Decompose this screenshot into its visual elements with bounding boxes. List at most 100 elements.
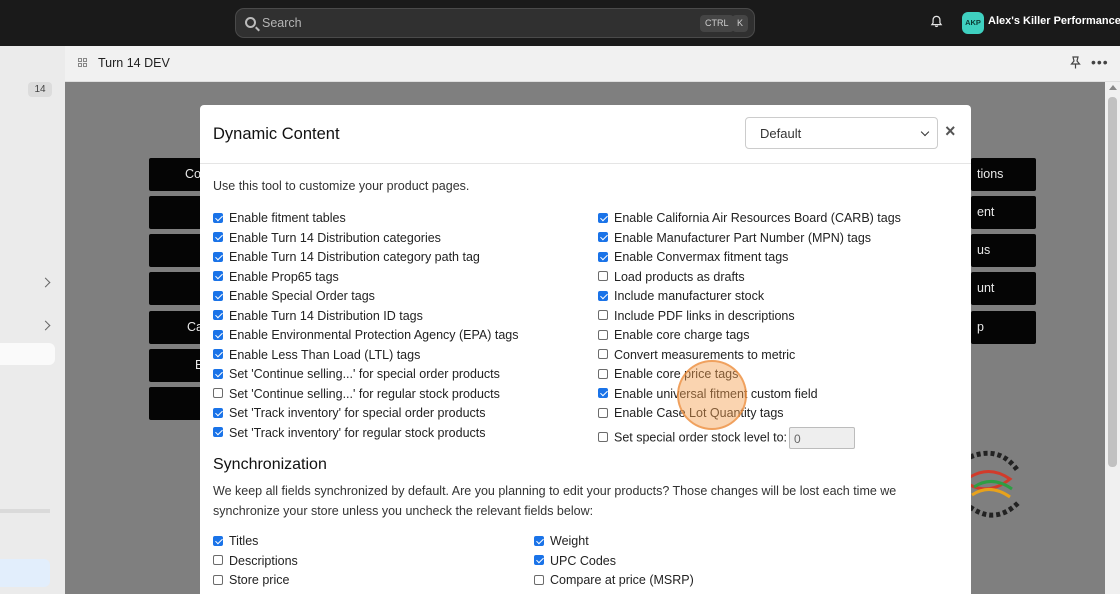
option-label: Set 'Continue selling...' for regular st…: [229, 386, 500, 401]
content-option[interactable]: Enable Manufacturer Part Number (MPN) ta…: [598, 231, 871, 249]
option-label: Load products as drafts: [614, 269, 745, 284]
content-option[interactable]: Set 'Continue selling...' for special or…: [213, 367, 500, 385]
scrollbar-thumb[interactable]: [1108, 97, 1117, 467]
checkbox[interactable]: [213, 310, 223, 321]
sync-option[interactable]: UPC Codes: [534, 554, 616, 572]
content-option[interactable]: Include PDF links in descriptions: [598, 309, 795, 327]
content-option[interactable]: Enable fitment tables: [213, 211, 346, 229]
option-label: Include PDF links in descriptions: [614, 308, 795, 323]
content-option[interactable]: Enable Turn 14 Distribution category pat…: [213, 250, 480, 268]
modal-divider: [200, 163, 971, 164]
more-menu-icon[interactable]: •••: [1091, 54, 1109, 70]
shortcut-ctrl-key: CTRL: [700, 15, 734, 32]
sync-option[interactable]: Descriptions: [213, 554, 298, 572]
sync-description: We keep all fields synchronized by defau…: [213, 484, 897, 518]
checkbox[interactable]: [213, 349, 223, 360]
checkbox[interactable]: [598, 431, 608, 442]
sidebar-item-selected[interactable]: [0, 559, 50, 587]
option-label: Set 'Track inventory' for special order …: [229, 406, 486, 420]
option-label: Enable Turn 14 Distribution categories: [229, 230, 441, 245]
checkbox[interactable]: [598, 368, 608, 379]
option-label: Descriptions: [229, 553, 298, 568]
content-option[interactable]: Load products as drafts: [598, 270, 745, 288]
chevron-right-icon[interactable]: [40, 320, 51, 331]
content-option[interactable]: Set special order stock level to: 0: [598, 426, 855, 449]
checkbox[interactable]: [598, 407, 608, 418]
bell-icon[interactable]: [930, 15, 943, 28]
store-name[interactable]: Alex's Killer Performance: [988, 15, 1120, 27]
checkbox[interactable]: [213, 535, 223, 546]
checkbox[interactable]: [213, 388, 223, 399]
content-option[interactable]: Set 'Track inventory' for special order …: [213, 406, 486, 424]
profile-select[interactable]: Default: [745, 117, 938, 149]
checkbox[interactable]: [598, 232, 608, 243]
option-label: Enable California Air Resources Board (C…: [614, 211, 901, 225]
checkbox[interactable]: [213, 555, 223, 566]
content-option[interactable]: Enable Turn 14 Distribution ID tags: [213, 309, 423, 327]
checkbox[interactable]: [534, 535, 544, 546]
avatar[interactable]: AKP: [962, 12, 984, 34]
content-option[interactable]: Enable California Air Resources Board (C…: [598, 211, 901, 229]
checkbox[interactable]: [598, 271, 608, 282]
option-label: Enable Turn 14 Distribution ID tags: [229, 308, 423, 323]
content-option[interactable]: Enable Less Than Load (LTL) tags: [213, 348, 420, 366]
content-option[interactable]: Enable core charge tags: [598, 328, 750, 346]
stock-level-input[interactable]: 0: [789, 426, 855, 449]
checkbox[interactable]: [598, 310, 608, 321]
checkbox[interactable]: [598, 251, 608, 262]
chevron-right-icon[interactable]: [40, 277, 51, 288]
checkbox[interactable]: [213, 574, 223, 585]
sync-heading: Synchronization: [213, 456, 327, 473]
background-button: p: [971, 311, 1036, 344]
checkbox[interactable]: [598, 290, 608, 301]
checkbox[interactable]: [213, 232, 223, 243]
option-label: Enable Less Than Load (LTL) tags: [229, 347, 421, 362]
checkbox[interactable]: [213, 407, 223, 418]
page-scrollbar[interactable]: [1105, 82, 1120, 594]
checkbox[interactable]: [213, 329, 223, 340]
scroll-up-icon[interactable]: [1109, 85, 1117, 90]
sidebar-item[interactable]: [0, 343, 55, 365]
checkbox[interactable]: [213, 251, 223, 262]
option-label: Enable Convermax fitment tags: [614, 250, 789, 264]
checkbox[interactable]: [534, 555, 544, 566]
search-placeholder: Search: [262, 16, 302, 30]
option-label: Enable Prop65 tags: [229, 269, 339, 284]
checkbox[interactable]: [213, 212, 223, 223]
checkbox[interactable]: [534, 574, 544, 585]
sidebar-count-badge: 14: [28, 82, 52, 97]
background-button: ent: [971, 196, 1036, 229]
app-icon: [78, 58, 88, 68]
checkbox[interactable]: [213, 290, 223, 301]
sidebar-divider: [0, 509, 50, 513]
search-icon: [245, 17, 256, 28]
sync-option[interactable]: Compare at price (MSRP): [534, 573, 694, 591]
close-icon[interactable]: ×: [945, 121, 956, 142]
option-label: Enable Turn 14 Distribution category pat…: [229, 250, 480, 264]
checkbox[interactable]: [213, 368, 223, 379]
checkbox[interactable]: [598, 212, 608, 223]
content-option[interactable]: Enable Special Order tags: [213, 289, 375, 307]
option-label: Enable core charge tags: [614, 328, 750, 342]
content-option[interactable]: Set 'Track inventory' for regular stock …: [213, 426, 486, 444]
checkbox[interactable]: [598, 349, 608, 360]
option-label: Store price: [229, 573, 290, 587]
app-header: Turn 14 DEV •••: [65, 46, 1120, 82]
sync-option[interactable]: Weight: [534, 534, 589, 552]
pin-icon[interactable]: [1070, 56, 1081, 69]
checkbox[interactable]: [213, 271, 223, 282]
checkbox[interactable]: [598, 329, 608, 340]
content-option[interactable]: Enable Prop65 tags: [213, 270, 339, 288]
checkbox[interactable]: [213, 427, 223, 438]
sync-option[interactable]: Titles: [213, 534, 258, 552]
option-label: Set 'Track inventory' for regular stock …: [229, 425, 486, 440]
background-button: tions: [971, 158, 1036, 191]
content-option[interactable]: Enable Convermax fitment tags: [598, 250, 788, 268]
content-option[interactable]: Include manufacturer stock: [598, 289, 764, 307]
content-option[interactable]: Enable Environmental Protection Agency (…: [213, 328, 519, 346]
search-input[interactable]: Search CTRL K: [235, 8, 755, 38]
content-option[interactable]: Set 'Continue selling...' for regular st…: [213, 387, 500, 405]
sync-option[interactable]: Store price: [213, 573, 289, 591]
content-option[interactable]: Enable Turn 14 Distribution categories: [213, 231, 441, 249]
checkbox[interactable]: [598, 388, 608, 399]
